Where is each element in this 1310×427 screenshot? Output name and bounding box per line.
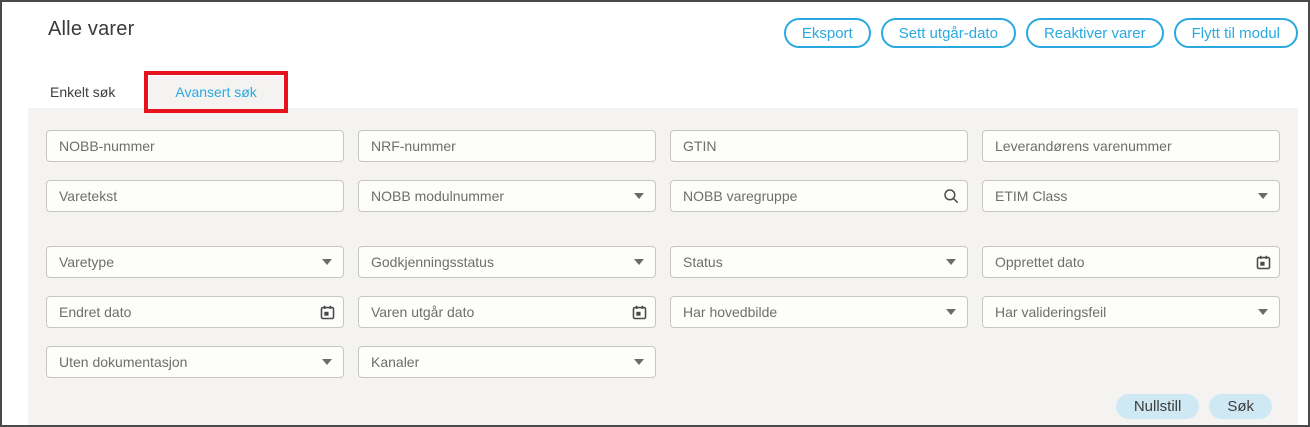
sok-button[interactable]: Søk	[1209, 394, 1272, 419]
har-valideringsfeil-select[interactable]	[982, 296, 1280, 328]
nobb-nummer-input[interactable]	[46, 130, 344, 162]
nrf-nummer-input[interactable]	[358, 130, 656, 162]
varen-utgar-dato-field	[358, 296, 656, 328]
flytt-til-modul-button[interactable]: Flytt til modul	[1174, 18, 1298, 48]
kanaler-field	[358, 346, 656, 378]
advanced-search-panel: Nullstill Søk	[28, 108, 1298, 427]
form-footer: Nullstill Søk	[46, 394, 1280, 419]
varen-utgar-dato-input[interactable]	[358, 296, 656, 328]
status-select[interactable]	[670, 246, 968, 278]
nullstill-button[interactable]: Nullstill	[1116, 394, 1200, 419]
har-valideringsfeil-field	[982, 296, 1280, 328]
chevron-down-icon[interactable]	[310, 346, 344, 378]
endret-dato-input[interactable]	[46, 296, 344, 328]
eksport-button[interactable]: Eksport	[784, 18, 871, 48]
gtin-input[interactable]	[670, 130, 968, 162]
leverandorens-varenummer-field	[982, 130, 1280, 162]
etim-class-field	[982, 180, 1280, 212]
varetekst-input[interactable]	[46, 180, 344, 212]
chevron-down-icon[interactable]	[934, 246, 968, 278]
nobb-varegruppe-field	[670, 180, 968, 212]
calendar-icon[interactable]	[622, 296, 656, 328]
gtin-field	[670, 130, 968, 162]
varetype-select[interactable]	[46, 246, 344, 278]
opprettet-dato-field	[982, 246, 1280, 278]
grid-empty-cell	[982, 346, 1280, 378]
header-actions: Eksport Sett utgår-dato Reaktiver varer …	[784, 16, 1298, 48]
reaktiver-varer-button[interactable]: Reaktiver varer	[1026, 18, 1164, 48]
calendar-icon[interactable]	[1246, 246, 1280, 278]
nobb-nummer-field	[46, 130, 344, 162]
har-hovedbilde-field	[670, 296, 968, 328]
kanaler-select[interactable]	[358, 346, 656, 378]
tab-enkelt-sok[interactable]: Enkelt søk	[48, 76, 149, 108]
opprettet-dato-input[interactable]	[982, 246, 1280, 278]
chevron-down-icon[interactable]	[622, 246, 656, 278]
grid-empty-cell	[670, 346, 968, 378]
chevron-down-icon[interactable]	[934, 296, 968, 328]
endret-dato-field	[46, 296, 344, 328]
app-window: Alle varer Eksport Sett utgår-dato Reakt…	[0, 0, 1310, 427]
page-title: Alle varer	[48, 16, 134, 42]
filter-fields-grid	[46, 130, 1280, 378]
varetekst-field	[46, 180, 344, 212]
page-header: Alle varer Eksport Sett utgår-dato Reakt…	[2, 2, 1308, 48]
search-icon[interactable]	[934, 180, 968, 212]
chevron-down-icon[interactable]	[1246, 180, 1280, 212]
har-hovedbilde-select[interactable]	[670, 296, 968, 328]
uten-dokumentasjon-select[interactable]	[46, 346, 344, 378]
etim-class-select[interactable]	[982, 180, 1280, 212]
tab-avansert-sok[interactable]: Avansert søk	[149, 76, 282, 108]
chevron-down-icon[interactable]	[1246, 296, 1280, 328]
varetype-field	[46, 246, 344, 278]
godkjenningsstatus-select[interactable]	[358, 246, 656, 278]
sett-utgar-dato-button[interactable]: Sett utgår-dato	[881, 18, 1016, 48]
chevron-down-icon[interactable]	[622, 180, 656, 212]
nobb-modulnummer-field	[358, 180, 656, 212]
godkjenningsstatus-field	[358, 246, 656, 278]
search-tabs: Enkelt søk Avansert søk	[2, 76, 1308, 108]
nobb-modulnummer-select[interactable]	[358, 180, 656, 212]
uten-dokumentasjon-field	[46, 346, 344, 378]
leverandorens-varenummer-input[interactable]	[982, 130, 1280, 162]
nobb-varegruppe-input[interactable]	[670, 180, 968, 212]
status-field	[670, 246, 968, 278]
nrf-nummer-field	[358, 130, 656, 162]
chevron-down-icon[interactable]	[622, 346, 656, 378]
calendar-icon[interactable]	[310, 296, 344, 328]
chevron-down-icon[interactable]	[310, 246, 344, 278]
